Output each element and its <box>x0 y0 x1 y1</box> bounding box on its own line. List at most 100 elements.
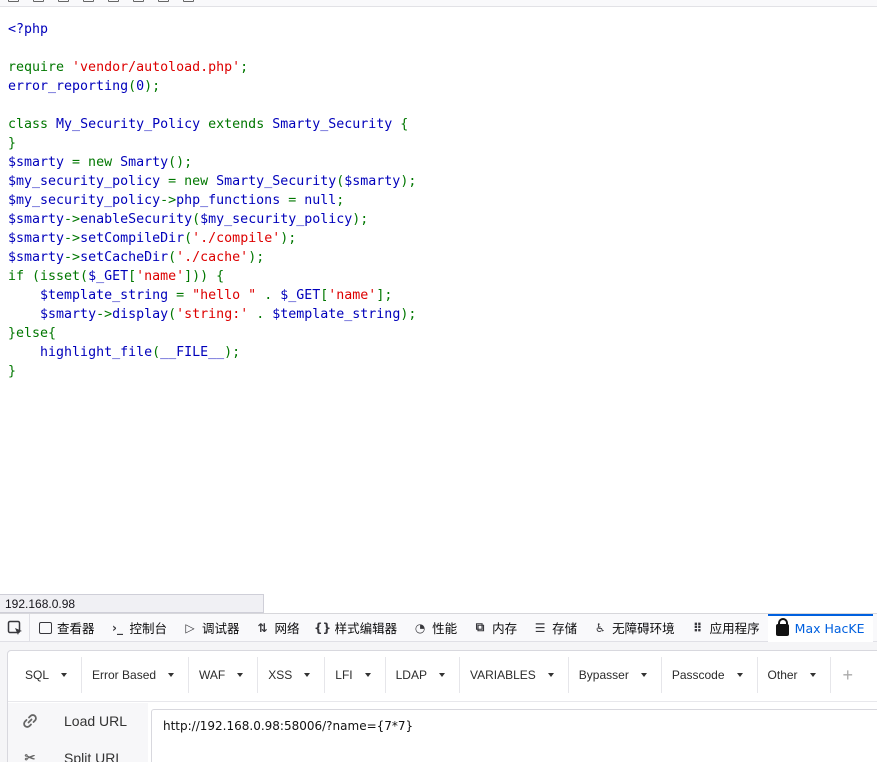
bookmark-item[interactable] <box>158 0 169 2</box>
load-url-button[interactable]: Load URL <box>22 713 127 729</box>
bookmark-item[interactable] <box>8 0 19 2</box>
code-line: <?php <box>8 20 416 39</box>
hackbar-menu-error-based[interactable]: Error Based <box>82 657 190 693</box>
bookmark-item[interactable] <box>133 0 144 2</box>
code-line: $smarty->enableSecurity($my_security_pol… <box>8 210 416 229</box>
tab-debugger[interactable]: ▷ 调试器 <box>175 614 248 642</box>
code-token: ); <box>400 174 417 189</box>
code-token: extends <box>208 117 273 132</box>
code-token: . <box>256 307 273 322</box>
debugger-icon: ▷ <box>185 620 195 635</box>
chevron-down-icon <box>168 673 175 677</box>
code-token: setCompileDir <box>80 231 185 246</box>
network-icon: ⇅ <box>257 620 268 635</box>
code-line: require 'vendor/autoload.php'; <box>8 58 416 77</box>
code-line: $smarty->display('string:' . $template_s… <box>8 305 416 324</box>
code-token: $_GET <box>88 269 129 284</box>
bookmark-item[interactable] <box>58 0 69 2</box>
tab-label: 内存 <box>492 621 518 636</box>
code-token: -> <box>64 250 81 265</box>
code-token: = <box>288 193 305 208</box>
hackbar-menu-lfi[interactable]: LFI <box>325 657 386 693</box>
code-token: $smarty <box>8 155 73 170</box>
application-icon: ⠿ <box>692 620 703 635</box>
code-token: enableSecurity <box>80 212 193 227</box>
link-icon <box>22 713 38 729</box>
console-icon: ›_ <box>112 620 123 635</box>
chevron-down-icon <box>438 673 445 677</box>
bookmark-item[interactable] <box>183 0 194 2</box>
storage-icon: ☰ <box>534 620 546 635</box>
lock-icon <box>776 618 790 636</box>
tab-console[interactable]: ›_ 控制台 <box>103 614 176 642</box>
code-line: $my_security_policy->php_functions = nul… <box>8 191 416 210</box>
code-token: error_reporting <box>8 79 129 94</box>
code-token: 'string:' <box>176 307 257 322</box>
hackbar-menu-sql[interactable]: SQL <box>15 657 83 693</box>
code-token: ])) { <box>184 269 225 284</box>
menu-label: Bypasser <box>578 668 629 682</box>
tab-label: 网络 <box>274 621 300 636</box>
tab-application[interactable]: ⠿ 应用程序 <box>683 614 768 642</box>
chevron-down-icon <box>809 673 816 677</box>
menu-label: WAF <box>199 668 226 682</box>
code-token: class <box>8 117 57 132</box>
code-token: ; <box>336 193 345 208</box>
add-icon[interactable]: + <box>831 657 866 693</box>
tab-max-hackbar[interactable]: Max HacKE <box>767 613 873 642</box>
hackbar-menu-bypasser[interactable]: Bypasser <box>569 657 662 693</box>
page-viewport: <?php require 'vendor/autoload.php'; error… <box>0 8 877 594</box>
bookmark-item[interactable] <box>108 0 119 2</box>
folder-icon <box>33 0 44 2</box>
hackbar-menu-waf[interactable]: WAF <box>189 657 259 693</box>
element-picker-button[interactable] <box>0 613 30 642</box>
code-token: { <box>400 117 409 132</box>
folder-icon <box>8 0 19 2</box>
code-token: (); <box>168 155 193 170</box>
code-token: }else{ <box>8 326 57 341</box>
element-picker-icon <box>7 620 22 635</box>
tab-label: 无障碍环境 <box>612 621 675 636</box>
code-token: display <box>112 307 169 322</box>
tab-label: 应用程序 <box>709 621 760 636</box>
tab-accessibility[interactable]: ♿ 无障碍环境 <box>585 614 683 642</box>
tab-label: Max HacKE <box>794 621 865 636</box>
tab-label: 样式编辑器 <box>334 621 398 636</box>
bookmark-item[interactable] <box>33 0 44 2</box>
tab-performance[interactable]: ◔ 性能 <box>405 614 465 642</box>
menu-label: LDAP <box>395 668 427 682</box>
menu-label: Other <box>767 668 798 682</box>
hackbar-menu-xss[interactable]: XSS <box>258 657 326 693</box>
code-line: $my_security_policy = new Smarty_Securit… <box>8 172 416 191</box>
devtools-toolbar: 查看器 ›_ 控制台 ▷ 调试器 ⇅ 网络 {} 样式编辑器 ◔ 性能 ⧉ 内存 ☰ 存储 ♿ 无障碍环境 ⠿ 应用… <box>0 613 877 642</box>
tab-label: 查看器 <box>57 621 95 636</box>
code-line: }else{ <box>8 324 416 343</box>
code-token: ); <box>352 212 369 227</box>
chevron-down-icon <box>640 673 647 677</box>
tab-style-editor[interactable]: {} 样式编辑器 <box>308 614 406 642</box>
code-token: $template_string <box>272 307 401 322</box>
hackbar-menu-passcode[interactable]: Passcode <box>662 657 758 693</box>
hackbar-menu-other[interactable]: Other <box>758 657 831 693</box>
code-token: $smarty <box>8 231 65 246</box>
code-line: $smarty->setCacheDir('./cache'); <box>8 248 416 267</box>
split-url-button[interactable]: ✂ Split URL <box>22 750 124 762</box>
bookmarks-bar <box>0 0 877 7</box>
hackbar-menu-ldap[interactable]: LDAP <box>386 657 460 693</box>
code-line: highlight_file(__FILE__); <box>8 343 416 362</box>
tab-inspector[interactable]: 查看器 <box>30 614 103 642</box>
memory-icon: ⧉ <box>475 620 485 634</box>
tab-memory[interactable]: ⧉ 内存 <box>465 614 525 642</box>
url-textarea[interactable]: http://192.168.0.98:58006/?name={7*7} <box>151 709 877 762</box>
tab-network[interactable]: ⇅ 网络 <box>248 614 308 642</box>
code-line: } <box>8 134 416 153</box>
divider <box>8 701 877 702</box>
status-url-tooltip: 192.168.0.98 <box>0 594 264 613</box>
code-token: . <box>264 288 281 303</box>
inspector-icon <box>38 621 52 635</box>
bookmark-item[interactable] <box>83 0 94 2</box>
hackbar-menu-variables[interactable]: VARIABLES <box>460 657 569 693</box>
tab-storage[interactable]: ☰ 存储 <box>525 614 585 642</box>
